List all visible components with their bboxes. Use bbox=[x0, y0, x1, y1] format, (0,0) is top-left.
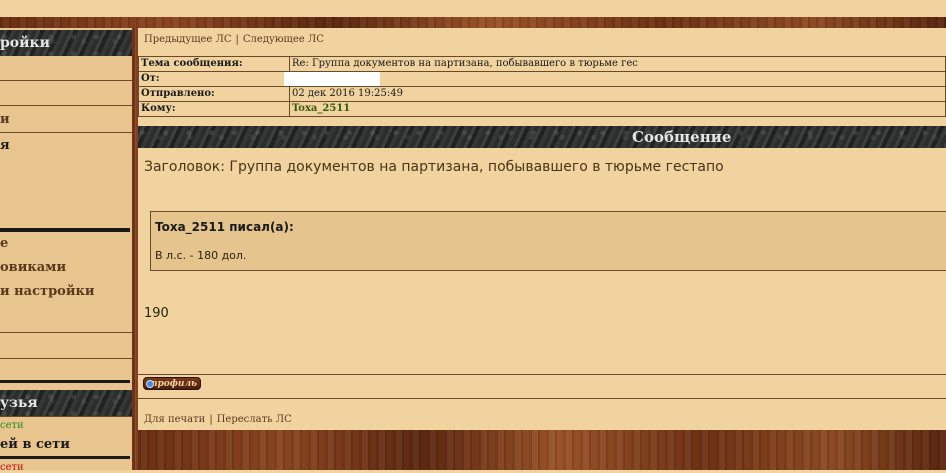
divider bbox=[0, 105, 132, 106]
section-title: Сообщение bbox=[632, 128, 732, 146]
profile-button[interactable]: профиль bbox=[143, 377, 201, 390]
sidebar-item[interactable]: е bbox=[0, 236, 8, 251]
previous-pm-link[interactable]: Предыдущее ЛС bbox=[144, 34, 232, 45]
recipient-link[interactable]: Toxa_2511 bbox=[289, 101, 946, 117]
table-row: Отправлено: 02 дек 2016 19:25:49 bbox=[138, 86, 946, 102]
subject-value: Re: Группа документов на партизана, побы… bbox=[289, 56, 946, 72]
table-row: От: bbox=[138, 71, 946, 87]
divider-thick bbox=[0, 380, 130, 383]
sent-label: Отправлено: bbox=[138, 86, 290, 102]
print-link[interactable]: Для печати bbox=[144, 414, 205, 425]
sidebar: ройки и я е овиками и настройки узья сет… bbox=[0, 28, 132, 473]
message-header-table: Тема сообщения: Re: Группа документов на… bbox=[138, 56, 946, 117]
message-reply-text: 190 bbox=[144, 306, 169, 321]
profile-globe-icon bbox=[146, 380, 154, 388]
redaction-box bbox=[284, 72, 380, 86]
from-label: От: bbox=[138, 71, 290, 87]
table-row: Тема сообщения: Re: Группа документов на… bbox=[138, 56, 946, 72]
wood-border-top bbox=[0, 17, 946, 28]
profile-row: профиль bbox=[138, 374, 946, 399]
message-section-header: Сообщение bbox=[138, 126, 946, 148]
quote-author: Toxa_2511 писал(а): bbox=[155, 220, 294, 234]
profile-button-label: профиль bbox=[150, 379, 197, 389]
table-row: Кому: Toxa_2511 bbox=[138, 101, 946, 117]
friends-online-count[interactable]: ей в сети bbox=[0, 437, 70, 452]
bottom-navigation: Для печати | Переслать ЛС bbox=[144, 414, 292, 425]
top-strip bbox=[0, 0, 946, 17]
forward-pm-link[interactable]: Переслать ЛС bbox=[217, 414, 292, 425]
wood-border-bottom bbox=[138, 430, 946, 470]
sidebar-item[interactable]: и bbox=[0, 112, 10, 127]
friends-offline-status[interactable]: сети bbox=[0, 462, 24, 473]
divider bbox=[0, 358, 132, 359]
nav-separator: | bbox=[209, 414, 213, 425]
friends-online-status[interactable]: сети bbox=[0, 420, 24, 431]
message-body: Заголовок: Группа документов на партизан… bbox=[138, 148, 946, 375]
friends-header: узья bbox=[0, 390, 132, 416]
quote-block: Toxa_2511 писал(а): В л.с. - 180 дол. bbox=[150, 211, 946, 271]
from-value bbox=[289, 71, 946, 87]
divider-thick bbox=[0, 456, 130, 459]
divider-thick bbox=[0, 228, 130, 232]
divider bbox=[0, 132, 132, 133]
to-label: Кому: bbox=[138, 101, 290, 117]
sidebar-item[interactable]: я bbox=[0, 138, 10, 153]
divider bbox=[0, 332, 132, 333]
message-subject: Заголовок: Группа документов на партизан… bbox=[144, 159, 724, 175]
next-pm-link[interactable]: Следующее ЛС bbox=[243, 34, 324, 45]
sidebar-item[interactable]: и настройки bbox=[0, 284, 95, 299]
message-panel: Предыдущее ЛС | Следующее ЛС Тема сообщени… bbox=[138, 28, 946, 430]
nav-separator: | bbox=[235, 34, 239, 45]
quote-text: В л.с. - 180 дол. bbox=[155, 249, 247, 262]
sent-value: 02 дек 2016 19:25:49 bbox=[289, 86, 946, 102]
divider bbox=[0, 80, 132, 81]
divider bbox=[0, 416, 132, 417]
settings-header: ройки bbox=[0, 30, 132, 56]
pm-navigation: Предыдущее ЛС | Следующее ЛС bbox=[144, 34, 324, 45]
subject-label: Тема сообщения: bbox=[138, 56, 290, 72]
sidebar-item[interactable]: овиками bbox=[0, 260, 66, 275]
